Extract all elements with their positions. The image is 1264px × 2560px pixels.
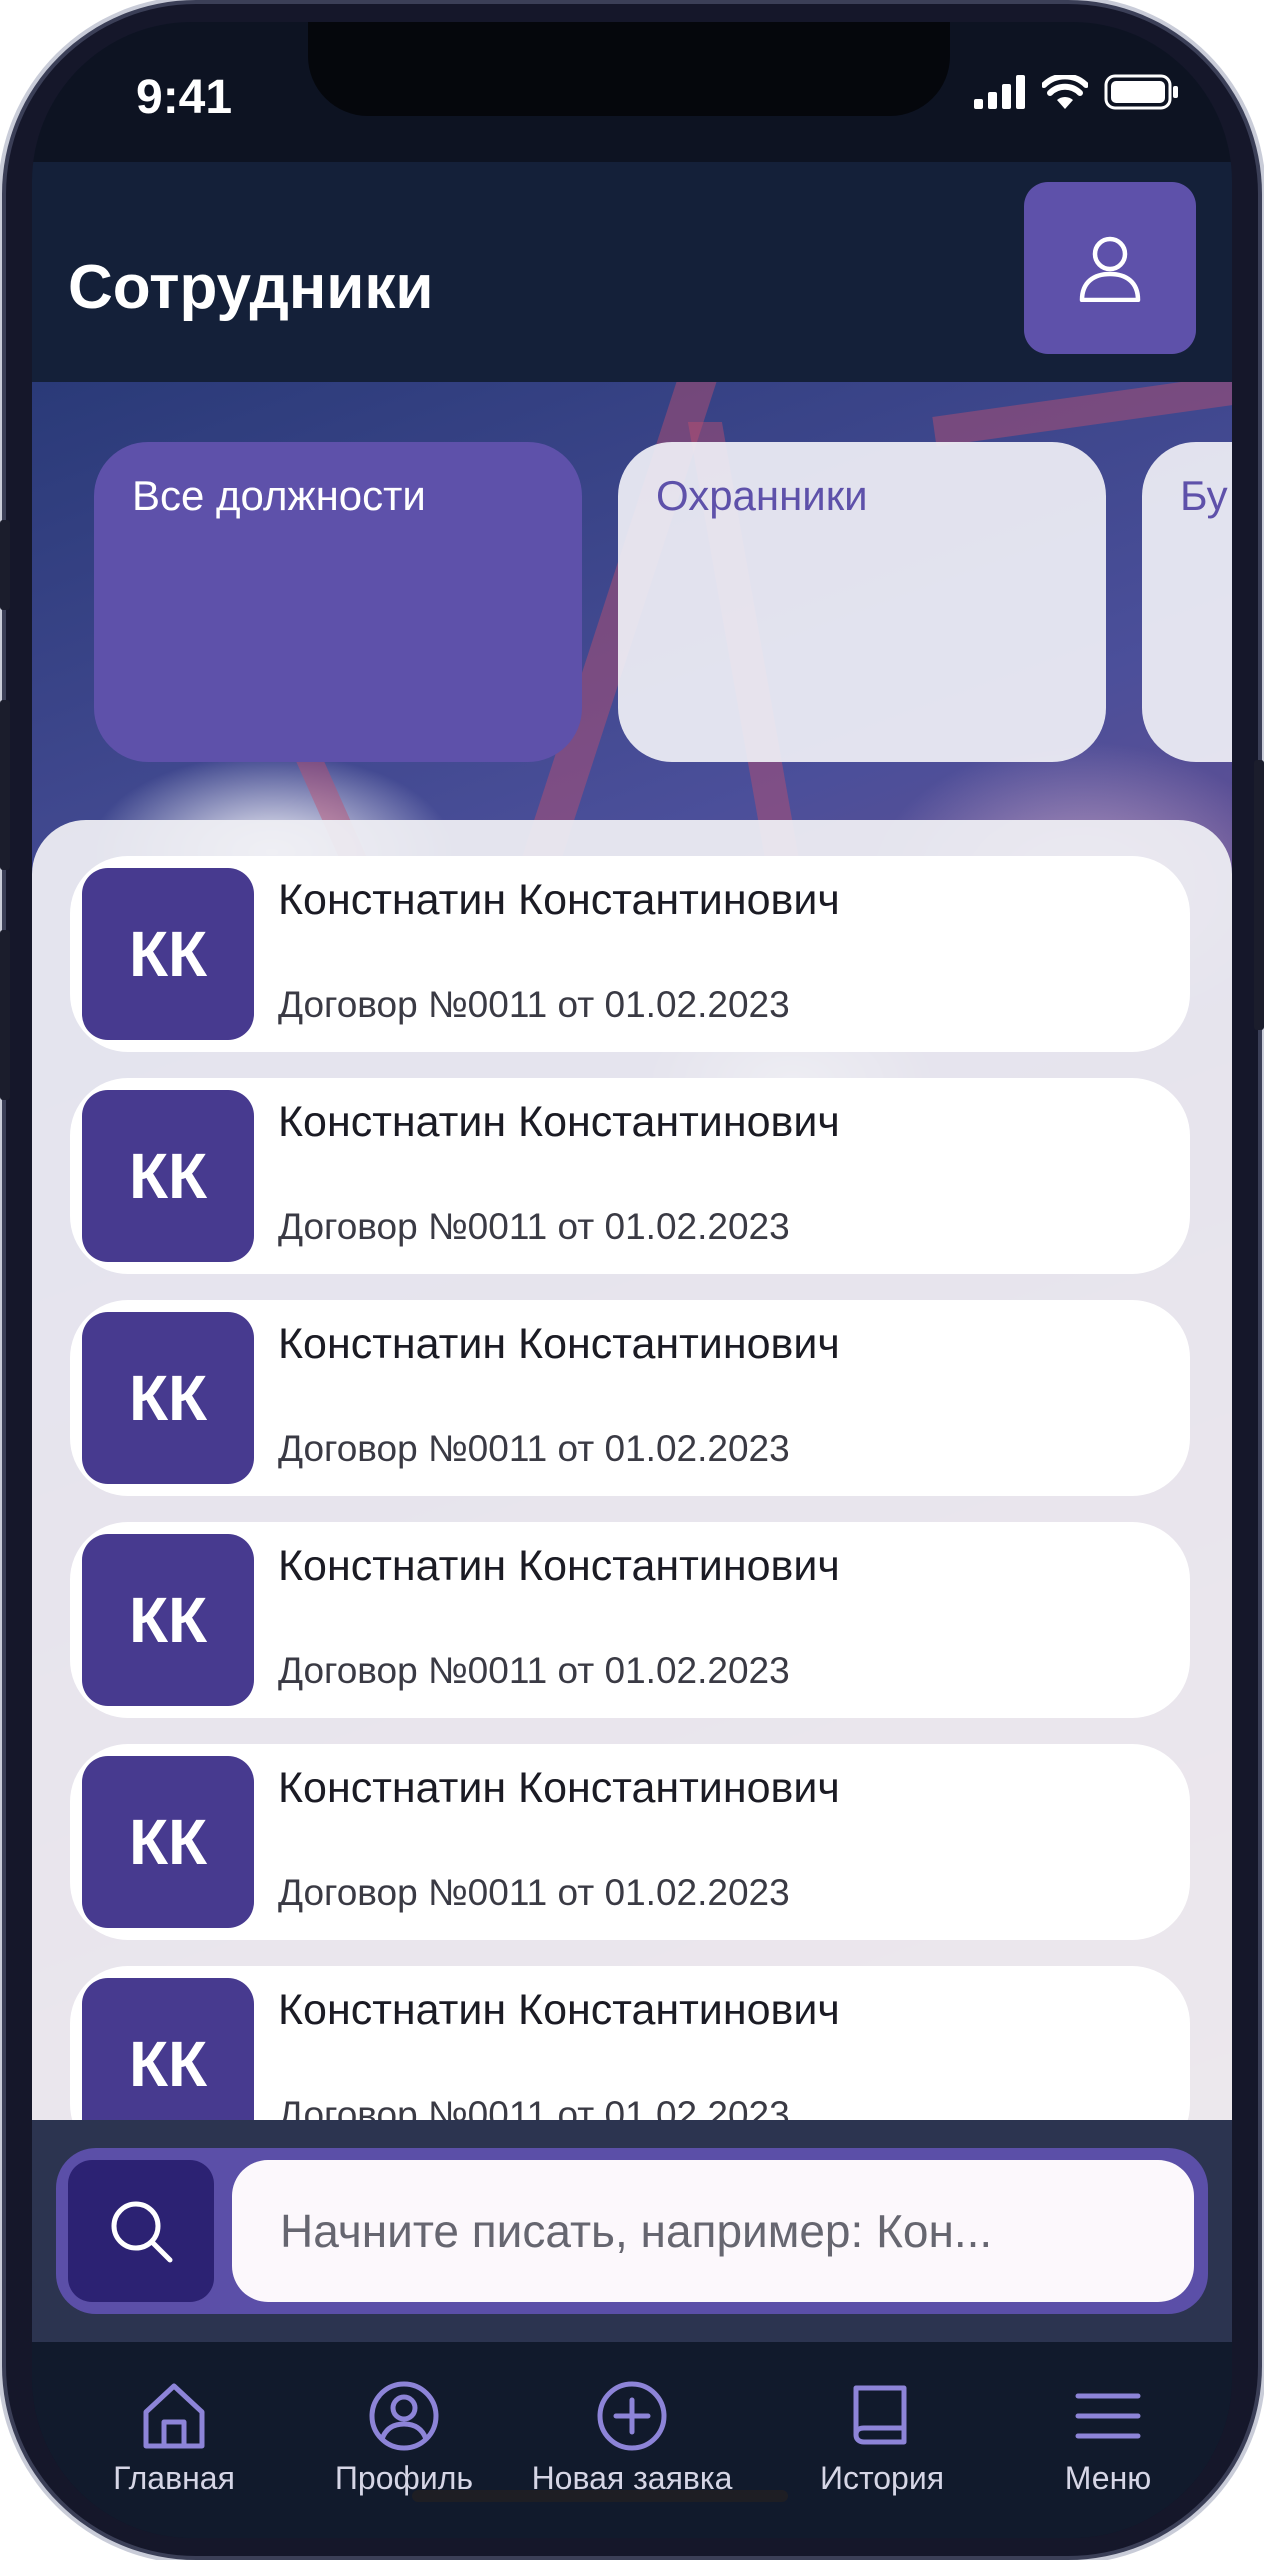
signal-icon (974, 75, 1025, 109)
employee-list[interactable]: КК Констнатин Константинович Договор №00… (32, 820, 1232, 2120)
avatar: КК (82, 1312, 254, 1484)
employee-card[interactable]: КК Констнатин Константинович Договор №00… (70, 1744, 1190, 1940)
avatar: КК (82, 1534, 254, 1706)
menu-icon (1075, 2393, 1141, 2439)
avatar: КК (82, 1756, 254, 1928)
notch (308, 22, 950, 116)
employee-contract: Договор №0011 от 01.02.2023 (278, 1206, 790, 1247)
power-button (1254, 760, 1264, 1030)
volume-down-button (0, 930, 10, 1100)
employee-card[interactable]: КК Констнатин Константинович Договор №00… (70, 856, 1190, 1052)
filter-chip-partial[interactable]: Бу (1142, 442, 1232, 762)
status-icons (974, 74, 1180, 110)
nav-label: История (819, 2460, 945, 2496)
filter-chip-label: Охранники (656, 472, 868, 519)
battery-icon (1104, 74, 1178, 110)
mute-switch (0, 520, 10, 610)
employee-card[interactable]: КК Констнатин Константинович Договор №00… (70, 1300, 1190, 1496)
home-icon (143, 2383, 205, 2449)
search-icon (111, 2201, 173, 2263)
employee-name: Констнатин Константинович (278, 1320, 840, 1368)
employee-card[interactable]: КК Констнатин Константинович Договор №00… (70, 1966, 1190, 2120)
home-indicator[interactable] (412, 2490, 788, 2502)
employee-name: Констнатин Константинович (278, 1098, 840, 1146)
book-icon (853, 2385, 907, 2445)
nav-label: Главная (113, 2460, 235, 2496)
wifi-icon (1042, 75, 1088, 109)
employee-contract: Договор №0011 от 01.02.2023 (278, 1650, 790, 1691)
volume-up-button (0, 700, 10, 870)
nav-item-new-request[interactable]: Новая заявка (522, 2376, 742, 2497)
filter-chip-all-positions[interactable]: Все должности (94, 442, 582, 762)
nav-item-home[interactable]: Главная (64, 2376, 284, 2497)
employee-name: Констнатин Константинович (278, 1986, 840, 2034)
filter-chip-label: Все должности (132, 472, 426, 519)
profile-button[interactable] (1024, 182, 1196, 354)
nav-item-history[interactable]: История (772, 2376, 992, 2497)
employee-name: Констнатин Константинович (278, 1542, 840, 1590)
user-icon (1079, 236, 1141, 302)
employee-contract: Договор №0011 от 01.02.2023 (278, 1872, 790, 1913)
search-box (56, 2148, 1208, 2314)
bottom-nav: Главная Профиль Новая заявка История Мен… (32, 2342, 1232, 2538)
avatar: КК (82, 1090, 254, 1262)
profile-icon (369, 2381, 439, 2451)
status-time: 9:41 (136, 71, 233, 124)
employee-card[interactable]: КК Констнатин Константинович Договор №00… (70, 1522, 1190, 1718)
plus-circle-icon (597, 2381, 667, 2451)
employee-contract: Договор №0011 от 01.02.2023 (278, 2094, 790, 2120)
employee-contract: Договор №0011 от 01.02.2023 (278, 1428, 790, 1469)
avatar: КК (82, 868, 254, 1040)
employee-name: Констнатин Константинович (278, 1764, 840, 1812)
nav-item-profile[interactable]: Профиль (294, 2376, 514, 2497)
nav-item-menu[interactable]: Меню (998, 2376, 1218, 2497)
avatar: КК (82, 1978, 254, 2120)
employee-contract: Договор №0011 от 01.02.2023 (278, 984, 790, 1025)
screen: 9:41 Сотрудники Все должности Охранники … (32, 22, 1232, 2538)
employee-name: Констнатин Константинович (278, 876, 840, 924)
nav-label: Меню (1064, 2460, 1152, 2496)
search-button[interactable] (68, 2160, 214, 2302)
status-bar: 9:41 (32, 22, 1232, 162)
filter-chip-label: Бу (1180, 472, 1228, 519)
page-title: Сотрудники (68, 253, 434, 322)
filter-chip-guards[interactable]: Охранники (618, 442, 1106, 762)
search-input[interactable] (232, 2160, 1194, 2302)
employee-card[interactable]: КК Констнатин Константинович Договор №00… (70, 1078, 1190, 1274)
search-bar (32, 2120, 1232, 2342)
